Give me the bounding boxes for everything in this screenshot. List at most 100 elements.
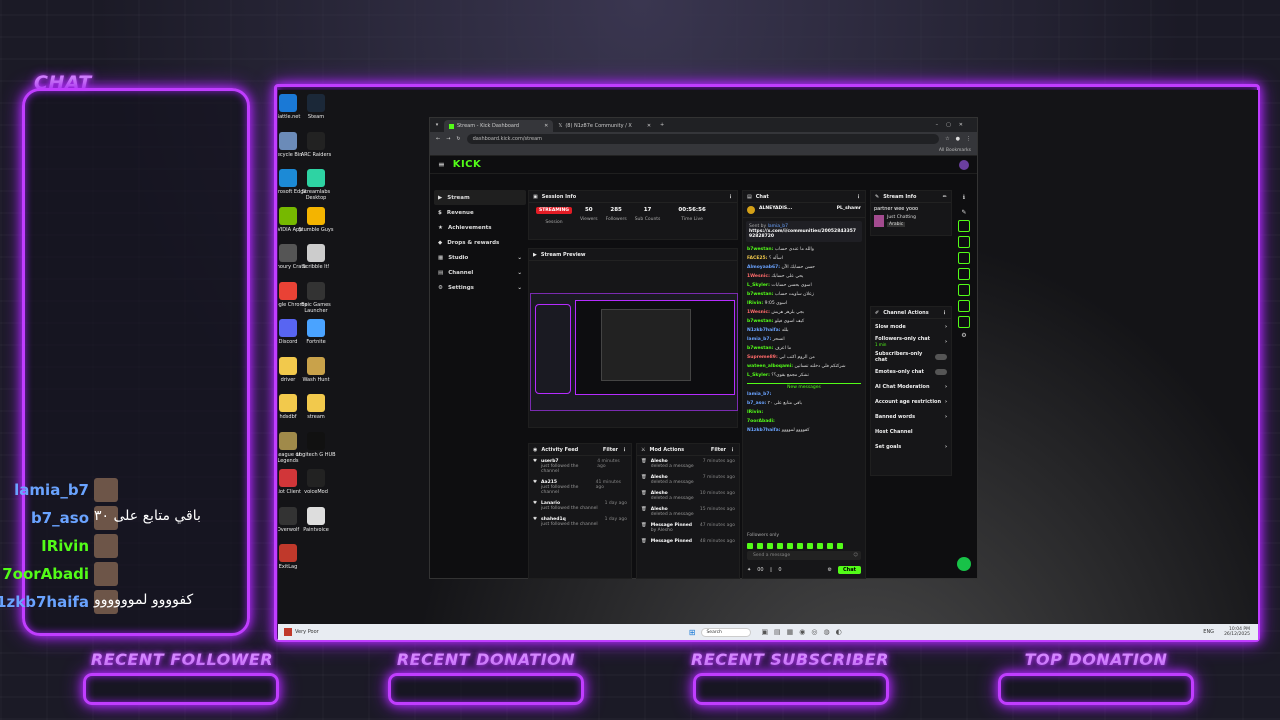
chat-username[interactable]: lamia_b7: bbox=[747, 392, 771, 397]
chat-username[interactable]: 1Wesnic: bbox=[747, 310, 770, 315]
forward-icon[interactable]: → bbox=[446, 136, 450, 142]
rail-button-3[interactable] bbox=[958, 252, 970, 264]
channel-action-host-channel[interactable]: Host Channel bbox=[871, 424, 951, 439]
chat-username[interactable]: FACE25: bbox=[747, 256, 767, 261]
back-icon[interactable]: ← bbox=[436, 136, 440, 142]
chat-username[interactable]: N1zkb7haifa: bbox=[747, 328, 780, 333]
desktop-icon[interactable]: Wash Hunt bbox=[296, 356, 336, 383]
desktop-icon[interactable]: ExitLag bbox=[278, 544, 308, 570]
info-icon[interactable]: ℹ bbox=[954, 194, 974, 201]
new-tab-icon[interactable]: + bbox=[660, 122, 664, 128]
chat-username[interactable]: wateen_alboqami: bbox=[747, 364, 793, 369]
menu-dots-icon[interactable]: ⋮ bbox=[966, 136, 971, 142]
all-bookmarks[interactable]: All Bookmarks bbox=[939, 148, 971, 153]
weather-icon[interactable] bbox=[284, 628, 292, 636]
close-tab-icon[interactable]: ✕ bbox=[544, 123, 548, 129]
pinned-link[interactable]: https://x.com/i/communities/200528433579… bbox=[749, 229, 859, 239]
settings-icon[interactable]: ⚙ bbox=[828, 567, 832, 573]
desktop-icon[interactable]: voiceMod bbox=[296, 469, 336, 495]
chat-username[interactable]: IRivin: bbox=[747, 301, 763, 306]
tab-x-community[interactable]: 𝕏 (8) N1z87e Community / X ✕ bbox=[553, 120, 656, 132]
reload-icon[interactable]: ↻ bbox=[456, 136, 460, 142]
window-controls[interactable]: –▢✕ bbox=[936, 122, 977, 128]
more-icon[interactable]: ⋮ bbox=[856, 194, 861, 200]
hamburger-icon[interactable]: ≡ bbox=[438, 160, 445, 169]
gear-icon[interactable]: ⚙ bbox=[954, 332, 974, 339]
tab-menu-icon[interactable]: ▾ bbox=[430, 122, 444, 128]
points-icon[interactable]: ✦ bbox=[747, 567, 751, 573]
user-avatar[interactable] bbox=[959, 159, 969, 170]
channel-action-emotes-only-chat[interactable]: Emotes-only chat bbox=[871, 364, 951, 379]
channel-action-subscribers-only-chat[interactable]: Subscribers-only chat bbox=[871, 349, 951, 364]
channel-action-slow-mode[interactable]: Slow mode › bbox=[871, 319, 951, 334]
chat-username[interactable]: L_Skyler: bbox=[747, 283, 770, 288]
rail-button-4[interactable] bbox=[958, 268, 970, 280]
chat-username[interactable]: L_Skyler: bbox=[747, 373, 770, 378]
nav-item-channel[interactable]: ▤ Channel ⌄ bbox=[434, 265, 526, 280]
chat-input[interactable]: Send a message ☺ bbox=[747, 551, 861, 560]
close-tab-icon[interactable]: ✕ bbox=[647, 123, 651, 129]
channel-action-account-age-restriction[interactable]: Account age restriction › bbox=[871, 394, 951, 409]
rail-button-1[interactable] bbox=[958, 220, 970, 232]
chat-send-button[interactable]: Chat bbox=[838, 565, 861, 574]
more-icon[interactable]: ⋮ bbox=[622, 447, 627, 453]
nav-item-stream[interactable]: ▶ Stream bbox=[434, 190, 526, 205]
rail-button-7[interactable] bbox=[958, 316, 970, 328]
activity-filter-button[interactable]: Filter bbox=[603, 447, 618, 453]
desktop-icon[interactable]: stream bbox=[296, 394, 336, 420]
edit-icon[interactable]: ✏ bbox=[943, 194, 947, 200]
desktop-icon[interactable]: Epic Games Launcher bbox=[296, 281, 336, 314]
more-icon[interactable]: ⋮ bbox=[730, 447, 735, 453]
chat-username[interactable]: b7westan: bbox=[747, 292, 773, 297]
feed-user[interactable]: Message Pinned bbox=[651, 539, 692, 544]
chat-username[interactable]: b7westan: bbox=[747, 319, 773, 324]
desktop-icon[interactable]: Streamlabs Desktop bbox=[296, 169, 336, 201]
nav-item-achievements[interactable]: ★ Achievements bbox=[434, 220, 526, 235]
mod-filter-button[interactable]: Filter bbox=[711, 447, 726, 453]
clock[interactable]: 10:04 PM 26/12/2025 bbox=[1224, 627, 1250, 637]
toggle-switch[interactable] bbox=[935, 353, 947, 360]
more-icon[interactable]: ⋮ bbox=[728, 194, 733, 200]
desktop-icon[interactable]: Fortnite bbox=[296, 319, 336, 345]
more-icon[interactable]: ⋮ bbox=[942, 310, 947, 316]
star-icon[interactable]: ☆ bbox=[945, 136, 949, 142]
desktop-icon[interactable]: Logitech G HUB bbox=[296, 431, 336, 458]
language-indicator[interactable]: ENG bbox=[1203, 629, 1214, 635]
chat-username[interactable]: b7westan: bbox=[747, 247, 773, 252]
weather-text[interactable]: Very Poor bbox=[295, 629, 319, 635]
channel-action-ai-chat-moderation[interactable]: AI Chat Moderation › bbox=[871, 379, 951, 394]
chat-username[interactable]: 7oorAbadi: bbox=[747, 419, 775, 424]
channel-action-followers-only-chat[interactable]: Followers-only chat 1 min › bbox=[871, 334, 951, 349]
tab-kick-dashboard[interactable]: Stream - Kick Dashboard ✕ bbox=[444, 120, 554, 132]
desktop-icon[interactable]: Stumble Guys bbox=[296, 206, 336, 233]
stream-preview-video[interactable] bbox=[530, 293, 738, 411]
chat-username[interactable]: b7_aso: bbox=[747, 401, 766, 406]
chat-username[interactable]: Supreme89: bbox=[747, 355, 778, 360]
nav-item-studio[interactable]: ▦ Studio ⌄ bbox=[434, 250, 526, 265]
rail-button-2[interactable] bbox=[958, 236, 970, 248]
chat-username[interactable]: b7westan: bbox=[747, 346, 773, 351]
desktop-icon[interactable]: Steam bbox=[296, 94, 336, 120]
nav-item-revenue[interactable]: $ Revenue bbox=[434, 205, 526, 220]
chat-username[interactable]: N1zkb7haifa: bbox=[747, 428, 780, 433]
kick-logo[interactable]: KICK bbox=[453, 159, 482, 170]
rail-button-5[interactable] bbox=[958, 284, 970, 296]
toggle-switch[interactable] bbox=[935, 368, 947, 375]
nav-item-settings[interactable]: ⚙ Settings ⌄ bbox=[434, 280, 526, 295]
chat-username[interactable]: 1Wesnic: bbox=[747, 274, 770, 279]
refresh-fab[interactable] bbox=[957, 557, 971, 571]
emoji-icon[interactable]: ☺ bbox=[853, 553, 861, 558]
windows-start-icon[interactable]: ⊞ bbox=[689, 628, 696, 637]
taskbar-search[interactable]: Search bbox=[701, 627, 752, 637]
taskbar-apps[interactable]: ▣▤▦◉◎◍◐ bbox=[761, 628, 847, 636]
chat-username[interactable]: Almoyaab67: bbox=[747, 265, 780, 270]
desktop-icon[interactable]: Paintvoice bbox=[296, 506, 336, 533]
clip-icon[interactable]: ▯ bbox=[770, 567, 773, 573]
pencil-icon[interactable]: ✎ bbox=[954, 209, 974, 216]
channel-action-banned-words[interactable]: Banned words › bbox=[871, 409, 951, 424]
rail-button-6[interactable] bbox=[958, 300, 970, 312]
chat-username[interactable]: lamia_b7: bbox=[747, 337, 771, 342]
new-messages-divider[interactable]: New messages bbox=[747, 383, 861, 390]
channel-action-set-goals[interactable]: Set goals › bbox=[871, 439, 951, 454]
chat-username[interactable]: IRivin: bbox=[747, 410, 763, 415]
